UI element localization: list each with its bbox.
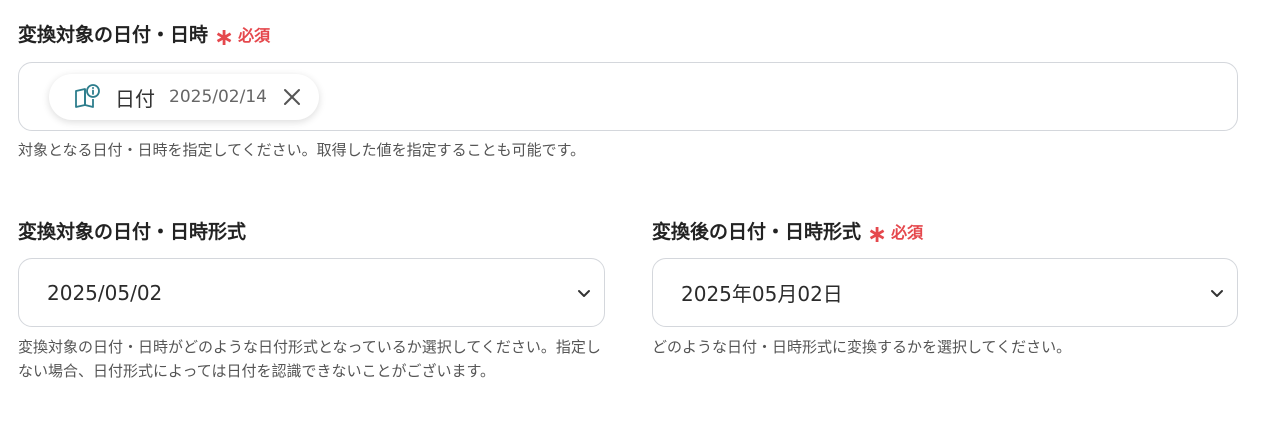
variable-chip[interactable]: 日付 2025/02/14: [49, 74, 319, 120]
source-format-select[interactable]: 2025/05/02: [18, 258, 605, 327]
target-datetime-input[interactable]: 日付 2025/02/14: [18, 62, 1238, 131]
output-format-help: どのような日付・日時形式に変換するかを選択してください。: [652, 338, 1072, 356]
target-datetime-label-text: 変換対象の日付・日時: [18, 24, 209, 46]
target-datetime-help: 対象となる日付・日時を指定してください。取得した値を指定することも可能です。: [18, 141, 586, 159]
chevron-down-icon: [1209, 285, 1225, 301]
close-icon[interactable]: [279, 84, 305, 110]
output-format-label-text: 変換後の日付・日時形式: [652, 221, 862, 243]
required-text: 必須: [238, 25, 271, 45]
required-text: 必須: [891, 222, 924, 242]
required-star-icon: ∗: [214, 22, 235, 51]
target-datetime-label: 変換対象の日付・日時 ∗ 必須: [18, 20, 271, 51]
output-format-select[interactable]: 2025年05月02日: [652, 258, 1238, 327]
chip-name: 日付: [115, 86, 155, 111]
output-format-selected: 2025年05月02日: [681, 282, 843, 306]
required-star-icon: ∗: [867, 219, 888, 248]
chevron-down-icon: [576, 285, 592, 301]
output-format-label: 変換後の日付・日時形式 ∗ 必須: [652, 217, 924, 248]
chip-value: 2025/02/14: [169, 87, 267, 107]
source-format-help: 変換対象の日付・日時がどのような日付形式となっているか選択してください。指定しな…: [18, 338, 601, 380]
book-info-icon: [73, 83, 101, 111]
source-format-label: 変換対象の日付・日時形式: [18, 217, 246, 244]
source-format-selected: 2025/05/02: [47, 280, 163, 305]
source-format-label-text: 変換対象の日付・日時形式: [18, 221, 247, 243]
